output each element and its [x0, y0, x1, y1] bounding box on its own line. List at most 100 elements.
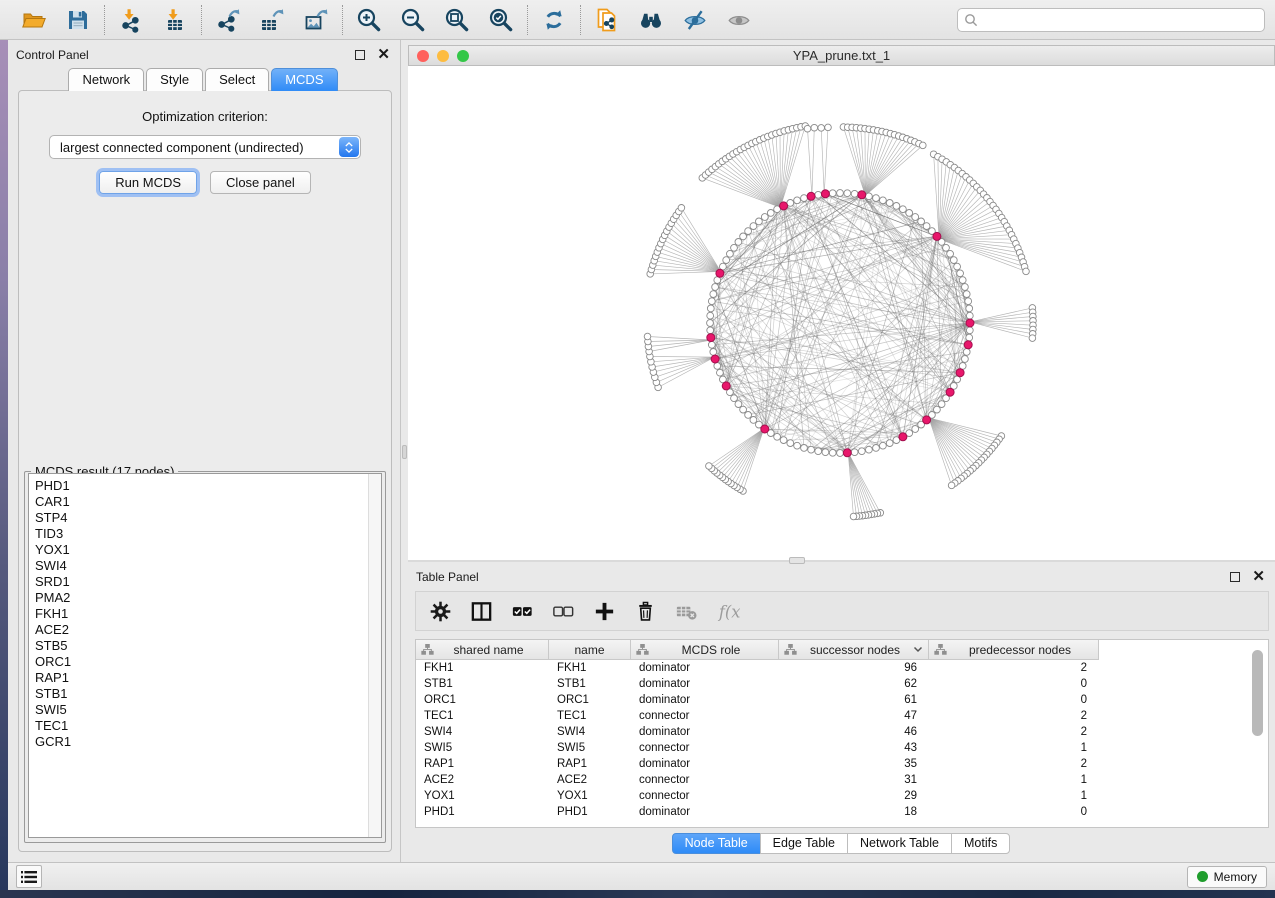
- list-item[interactable]: PMA2: [35, 590, 381, 606]
- export-network-button[interactable]: [214, 6, 242, 34]
- splitter-grip[interactable]: [402, 445, 407, 459]
- list-item[interactable]: YOX1: [35, 542, 381, 558]
- table-settings-icon: [428, 599, 453, 624]
- list-scrollbar[interactable]: [368, 474, 381, 837]
- table-row[interactable]: TEC1TEC1connector472: [416, 708, 1268, 724]
- open-file-button[interactable]: [20, 6, 48, 34]
- column-header-predecessor-nodes[interactable]: predecessor nodes: [929, 640, 1099, 660]
- list-item[interactable]: ACE2: [35, 622, 381, 638]
- search-icon: [964, 13, 978, 27]
- import-table-button[interactable]: [161, 6, 189, 34]
- network-view[interactable]: [408, 66, 1275, 560]
- memory-status-icon: [1197, 871, 1208, 882]
- column-visibility-button[interactable]: [467, 597, 495, 625]
- table-row[interactable]: ORC1ORC1dominator610: [416, 692, 1268, 708]
- save-session-button[interactable]: [64, 6, 92, 34]
- close-panel-icon[interactable]: ✕: [377, 50, 390, 60]
- list-item[interactable]: CAR1: [35, 494, 381, 510]
- splitter-grip[interactable]: [789, 557, 805, 564]
- vertical-splitter[interactable]: [400, 40, 408, 862]
- table-row[interactable]: YOX1YOX1connector291: [416, 788, 1268, 804]
- memory-button[interactable]: Memory: [1187, 866, 1267, 888]
- tab-style[interactable]: Style: [146, 68, 203, 91]
- list-item[interactable]: SWI5: [35, 702, 381, 718]
- table-cell: 47: [779, 710, 929, 722]
- table-row[interactable]: RAP1RAP1dominator352: [416, 756, 1268, 772]
- table-cell: SWI4: [416, 726, 549, 738]
- export-image-button[interactable]: [302, 6, 330, 34]
- table-row[interactable]: PHD1PHD1dominator180: [416, 804, 1268, 820]
- list-item[interactable]: FKH1: [35, 606, 381, 622]
- zoom-out-button[interactable]: [399, 6, 427, 34]
- show-graphics-details-button[interactable]: [725, 6, 753, 34]
- network-graph[interactable]: [408, 66, 1275, 560]
- tab-mcds[interactable]: MCDS: [271, 68, 337, 91]
- maximize-window-icon[interactable]: [457, 50, 469, 62]
- close-window-icon[interactable]: [417, 50, 429, 62]
- run-mcds-button[interactable]: Run MCDS: [99, 171, 197, 194]
- tab-edge-table[interactable]: Edge Table: [760, 833, 848, 854]
- list-item[interactable]: STP4: [35, 510, 381, 526]
- select-stepper-icon[interactable]: [339, 137, 359, 157]
- list-item[interactable]: STB1: [35, 686, 381, 702]
- refresh-network-icon: [541, 7, 567, 33]
- tab-node-table[interactable]: Node Table: [672, 833, 761, 854]
- column-type-icon: [636, 644, 649, 655]
- table-scrollbar[interactable]: [1252, 650, 1263, 736]
- tab-motifs[interactable]: Motifs: [951, 833, 1010, 854]
- tab-network[interactable]: Network: [68, 68, 144, 91]
- table-row[interactable]: SWI5SWI5connector431: [416, 740, 1268, 756]
- list-item[interactable]: GCR1: [35, 734, 381, 750]
- clone-network-button[interactable]: [593, 6, 621, 34]
- add-column-button[interactable]: [590, 597, 618, 625]
- list-item[interactable]: ORC1: [35, 654, 381, 670]
- search-box[interactable]: [957, 8, 1265, 32]
- tab-select[interactable]: Select: [205, 68, 269, 91]
- list-item[interactable]: TEC1: [35, 718, 381, 734]
- column-header-shared-name[interactable]: shared name: [416, 640, 549, 660]
- close-panel-icon[interactable]: ✕: [1252, 572, 1265, 582]
- mcds-result-list[interactable]: PHD1CAR1STP4TID3YOX1SWI4SRD1PMA2FKH1ACE2…: [28, 473, 382, 838]
- list-item[interactable]: SWI4: [35, 558, 381, 574]
- network-window-titlebar[interactable]: YPA_prune.txt_1: [408, 45, 1275, 66]
- table-row[interactable]: SWI4SWI4dominator462: [416, 724, 1268, 740]
- main-toolbar: [0, 0, 1275, 40]
- table-row[interactable]: ACE2ACE2connector311: [416, 772, 1268, 788]
- deselect-all-rows-button[interactable]: [549, 597, 577, 625]
- select-all-rows-button[interactable]: [508, 597, 536, 625]
- refresh-network-button[interactable]: [540, 6, 568, 34]
- delete-columns-button[interactable]: [631, 597, 659, 625]
- table-row[interactable]: STB1STB1dominator620: [416, 676, 1268, 692]
- close-panel-button[interactable]: Close panel: [210, 171, 311, 194]
- zoom-selected-button[interactable]: [487, 6, 515, 34]
- column-header-successor-nodes[interactable]: successor nodes: [779, 640, 929, 660]
- table-cell: 31: [779, 774, 929, 786]
- criterion-select[interactable]: largest connected component (undirected): [49, 135, 361, 159]
- table-cell: 0: [929, 694, 1099, 706]
- list-item[interactable]: TID3: [35, 526, 381, 542]
- import-network-button[interactable]: [117, 6, 145, 34]
- horizontal-splitter[interactable]: [408, 560, 1275, 562]
- delete-table-button: [672, 597, 700, 625]
- column-header-name[interactable]: name: [549, 640, 631, 660]
- find-button[interactable]: [637, 6, 665, 34]
- column-type-icon: [784, 644, 797, 655]
- hide-graphics-details-button[interactable]: [681, 6, 709, 34]
- table-settings-button[interactable]: [426, 597, 454, 625]
- table-row[interactable]: FKH1FKH1dominator962: [416, 660, 1268, 676]
- zoom-fit-button[interactable]: [443, 6, 471, 34]
- delete-table-icon: [674, 599, 699, 624]
- search-input[interactable]: [982, 13, 1258, 27]
- zoom-in-button[interactable]: [355, 6, 383, 34]
- export-table-button[interactable]: [258, 6, 286, 34]
- float-panel-icon[interactable]: [355, 50, 365, 60]
- task-history-button[interactable]: [16, 865, 42, 888]
- list-item[interactable]: STB5: [35, 638, 381, 654]
- list-item[interactable]: SRD1: [35, 574, 381, 590]
- column-header-MCDS-role[interactable]: MCDS role: [631, 640, 779, 660]
- tab-network-table[interactable]: Network Table: [847, 833, 952, 854]
- list-item[interactable]: RAP1: [35, 670, 381, 686]
- list-item[interactable]: PHD1: [35, 478, 381, 494]
- float-panel-icon[interactable]: [1230, 572, 1240, 582]
- minimize-window-icon[interactable]: [437, 50, 449, 62]
